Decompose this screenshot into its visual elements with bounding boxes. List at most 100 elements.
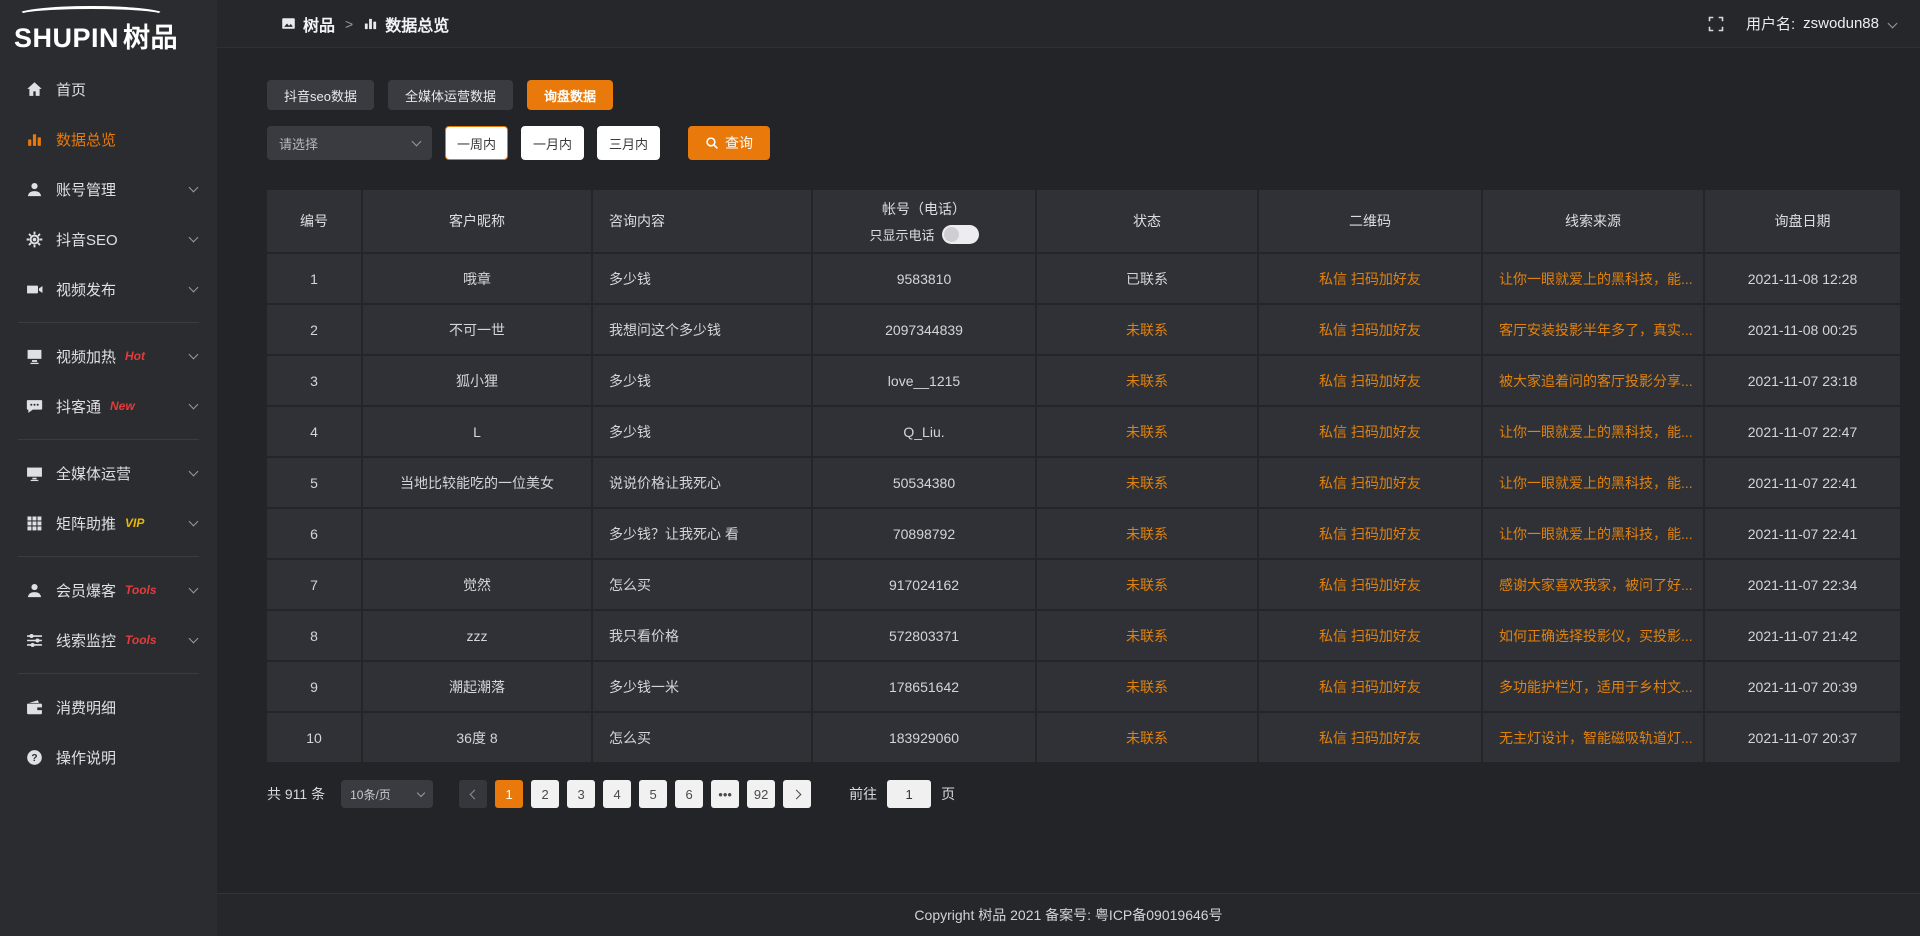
- tab-2[interactable]: 询盘数据: [527, 80, 613, 110]
- next-page-button[interactable]: [783, 780, 811, 808]
- page-button-92[interactable]: 92: [747, 780, 775, 808]
- table-row: 7觉然怎么买917024162未联系私信 扫码加好友感谢大家喜欢我家，被问了好.…: [267, 560, 1900, 609]
- goto-page-input[interactable]: [887, 780, 931, 808]
- fullscreen-icon[interactable]: [1708, 16, 1724, 32]
- sidebar-item-label: 视频发布: [56, 279, 116, 300]
- column-header-label: 编号: [300, 211, 328, 231]
- cell-qrcode-links[interactable]: 私信 扫码加好友: [1259, 407, 1481, 456]
- page-button-4[interactable]: 4: [603, 780, 631, 808]
- toggle-knob: [944, 227, 959, 242]
- pagination: 共 911 条 10条/页 123456•••92 前往 页: [267, 780, 1900, 808]
- range-button-0[interactable]: 一周内: [445, 126, 508, 160]
- column-header-5: 二维码: [1259, 190, 1481, 252]
- topbar: 树品>数据总览 用户名: zswodun88: [217, 0, 1920, 48]
- table-header-row: 编号客户昵称咨询内容帐号（电话）只显示电话状态二维码线索来源询盘日期: [267, 190, 1900, 252]
- sidebar-item-clue-monitor[interactable]: 线索监控Tools: [0, 615, 217, 665]
- cell-source-link[interactable]: 被大家追着问的客厅投影分享...: [1483, 356, 1703, 405]
- cell-source-link[interactable]: 让你一眼就爱上的黑科技，能...: [1483, 509, 1703, 558]
- cell-source-link[interactable]: 客厅安装投影半年多了，真实...: [1483, 305, 1703, 354]
- sidebar-item-account-manage[interactable]: 账号管理: [0, 164, 217, 214]
- sidebar-item-consume-detail[interactable]: 消费明细: [0, 682, 217, 732]
- cell-id: 6: [267, 509, 361, 558]
- cell-content: 怎么买: [593, 713, 811, 762]
- sidebar-divider: [18, 556, 199, 557]
- cell-source-link[interactable]: 无主灯设计，智能磁吸轨道灯...: [1483, 713, 1703, 762]
- tab-1[interactable]: 全媒体运营数据: [388, 80, 513, 110]
- tab-0[interactable]: 抖音seo数据: [267, 80, 374, 110]
- table-row: 3狐小狸多少钱love__1215未联系私信 扫码加好友被大家追着问的客厅投影分…: [267, 356, 1900, 405]
- column-header-4: 状态: [1037, 190, 1257, 252]
- column-header-label: 客户昵称: [449, 211, 505, 231]
- inquiry-table: 编号客户昵称咨询内容帐号（电话）只显示电话状态二维码线索来源询盘日期 1哦章多少…: [267, 190, 1900, 762]
- cell-status: 未联系: [1037, 458, 1257, 507]
- cell-id: 10: [267, 713, 361, 762]
- cell-source-link[interactable]: 多功能护栏灯，适用于乡村文...: [1483, 662, 1703, 711]
- cell-qrcode-links[interactable]: 私信 扫码加好友: [1259, 713, 1481, 762]
- sidebar-item-label: 矩阵助推: [56, 513, 116, 534]
- cell-source-link[interactable]: 让你一眼就爱上的黑科技，能...: [1483, 407, 1703, 456]
- column-header-label: 线索来源: [1565, 211, 1621, 231]
- cell-qrcode-links[interactable]: 私信 扫码加好友: [1259, 356, 1481, 405]
- cell-date: 2021-11-07 21:42: [1705, 611, 1900, 660]
- filter-select[interactable]: 请选择: [267, 126, 432, 160]
- sidebar-item-home[interactable]: 首页: [0, 64, 217, 114]
- sidebar-item-label: 数据总览: [56, 129, 116, 150]
- app-logo: SHUPIN树品: [0, 0, 217, 64]
- cell-qrcode-links[interactable]: 私信 扫码加好友: [1259, 458, 1481, 507]
- cell-account: Q_Liu.: [813, 407, 1035, 456]
- sidebar-item-media-operation[interactable]: 全媒体运营: [0, 448, 217, 498]
- cell-qrcode-links[interactable]: 私信 扫码加好友: [1259, 305, 1481, 354]
- page-button-5[interactable]: 5: [639, 780, 667, 808]
- sidebar-item-video-heat[interactable]: 视频加热Hot: [0, 331, 217, 381]
- cell-qrcode-links[interactable]: 私信 扫码加好友: [1259, 611, 1481, 660]
- breadcrumb-item-1[interactable]: 数据总览: [363, 12, 449, 36]
- sidebar-item-video-publish[interactable]: 视频发布: [0, 264, 217, 314]
- data-tabs: 抖音seo数据全媒体运营数据询盘数据: [267, 80, 1900, 110]
- cell-source-link[interactable]: 感谢大家喜欢我家，被问了好...: [1483, 560, 1703, 609]
- cell-qrcode-links[interactable]: 私信 扫码加好友: [1259, 509, 1481, 558]
- sidebar-item-matrix-boost[interactable]: 矩阵助推VIP: [0, 498, 217, 548]
- page-button-6[interactable]: 6: [675, 780, 703, 808]
- page-buttons: 123456 ••• 92: [487, 780, 775, 808]
- chevron-down-icon: [189, 233, 199, 243]
- page-button-2[interactable]: 2: [531, 780, 559, 808]
- user-dropdown[interactable]: 用户名: zswodun88: [1746, 13, 1896, 34]
- column-header-7: 询盘日期: [1705, 190, 1900, 252]
- sidebar-item-badge: Tools: [125, 583, 157, 597]
- sidebar-item-label: 抖音SEO: [56, 229, 118, 250]
- user-icon: [26, 582, 43, 599]
- prev-page-button[interactable]: [459, 780, 487, 808]
- app-root: SHUPIN树品 首页数据总览账号管理抖音SEO视频发布视频加热Hot抖客通Ne…: [0, 0, 1920, 936]
- cell-date: 2021-11-07 22:41: [1705, 509, 1900, 558]
- cell-source-link[interactable]: 如何正确选择投影仪，买投影...: [1483, 611, 1703, 660]
- chevron-down-icon: [189, 584, 199, 594]
- cell-qrcode-links[interactable]: 私信 扫码加好友: [1259, 560, 1481, 609]
- cell-status: 未联系: [1037, 305, 1257, 354]
- breadcrumb-item-0[interactable]: 树品: [281, 12, 335, 36]
- sidebar-item-operation-guide[interactable]: ?操作说明: [0, 732, 217, 782]
- cell-content: 多少钱？让我死心 看: [593, 509, 811, 558]
- sidebar-item-douketong[interactable]: 抖客通New: [0, 381, 217, 431]
- range-button-1[interactable]: 一月内: [521, 126, 584, 160]
- cell-nickname: 狐小狸: [363, 356, 591, 405]
- cell-source-link[interactable]: 让你一眼就爱上的黑科技，能...: [1483, 458, 1703, 507]
- search-button[interactable]: 查询: [688, 126, 770, 160]
- cell-qrcode-links[interactable]: 私信 扫码加好友: [1259, 254, 1481, 303]
- range-button-2[interactable]: 三月内: [597, 126, 660, 160]
- sidebar-item-member-baoke[interactable]: 会员爆客Tools: [0, 565, 217, 615]
- cell-source-link[interactable]: 让你一眼就爱上的黑科技，能...: [1483, 254, 1703, 303]
- phone-only-toggle[interactable]: [942, 225, 979, 244]
- sidebar-divider: [18, 673, 199, 674]
- sidebar-item-label: 首页: [56, 79, 86, 100]
- sidebar-item-data-overview[interactable]: 数据总览: [0, 114, 217, 164]
- page-button-1[interactable]: 1: [495, 780, 523, 808]
- svg-text:?: ?: [31, 753, 37, 764]
- page-button-•••[interactable]: •••: [711, 780, 739, 808]
- cell-nickname: 不可一世: [363, 305, 591, 354]
- page-button-3[interactable]: 3: [567, 780, 595, 808]
- page-size-select[interactable]: 10条/页: [341, 780, 433, 808]
- cell-id: 4: [267, 407, 361, 456]
- sidebar-item-douyin-seo[interactable]: 抖音SEO: [0, 214, 217, 264]
- column-header-label: 二维码: [1349, 211, 1391, 231]
- cell-qrcode-links[interactable]: 私信 扫码加好友: [1259, 662, 1481, 711]
